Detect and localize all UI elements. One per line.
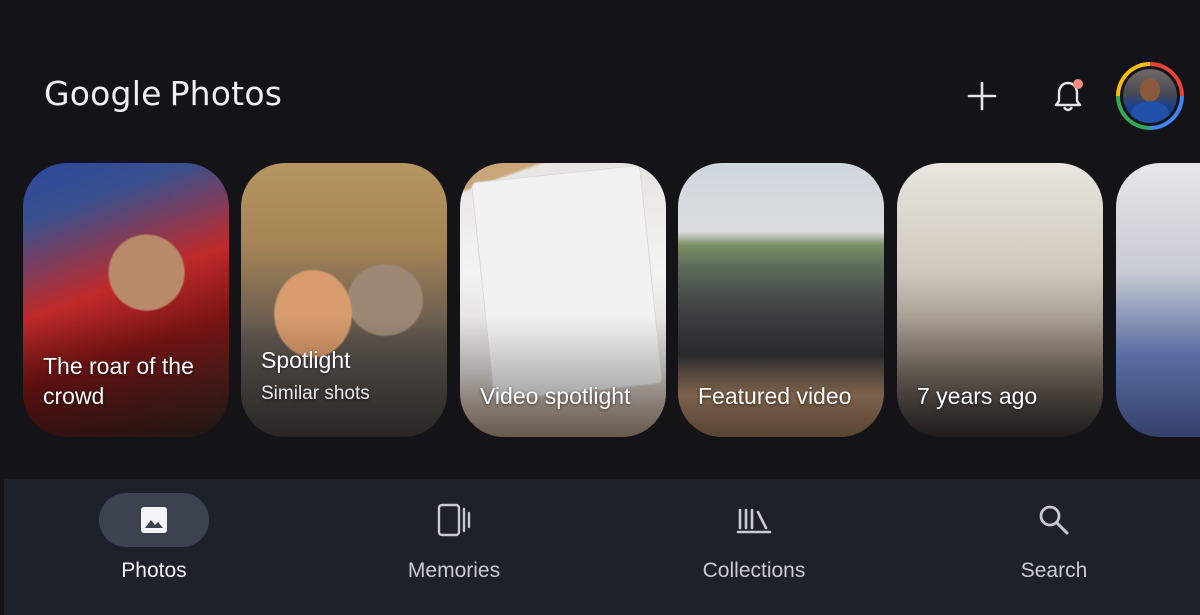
notification-dot — [1073, 79, 1083, 89]
avatar — [1123, 69, 1177, 123]
memory-card-video-spotlight[interactable]: Video spotlight — [460, 163, 666, 437]
add-button[interactable] — [954, 68, 1010, 124]
search-icon — [1039, 505, 1069, 535]
bottom-navigation: Photos Memories Collections Search — [4, 479, 1200, 615]
logo-google-text: Google — [44, 74, 162, 113]
nav-item-memories[interactable]: Memories — [304, 479, 604, 615]
memory-card-spotlight[interactable]: Spotlight Similar shots — [241, 163, 447, 437]
memories-icon — [437, 503, 471, 537]
app-logo: Google Photos — [44, 74, 282, 113]
memory-card-featured-video[interactable]: Featured video — [678, 163, 884, 437]
memory-card-roar-of-crowd[interactable]: The roar of the crowd — [23, 163, 229, 437]
nav-label: Photos — [121, 559, 187, 582]
account-avatar-button[interactable] — [1116, 62, 1184, 130]
memories-carousel[interactable]: The roar of the crowd Spotlight Similar … — [0, 163, 1200, 439]
memory-title: Spotlight — [261, 347, 351, 373]
nav-item-search[interactable]: Search — [904, 479, 1200, 615]
nav-label: Search — [1020, 559, 1088, 582]
memory-subtitle: Similar shots — [261, 383, 370, 404]
memory-title: Video spotlight — [480, 383, 631, 409]
plus-icon — [967, 81, 997, 111]
nav-item-photos[interactable]: Photos — [4, 479, 304, 615]
nav-label: Memories — [407, 559, 501, 582]
active-indicator — [99, 493, 209, 547]
memory-title: Featured video — [698, 383, 852, 409]
logo-photos-text: Photos — [169, 74, 283, 113]
memory-card-7-years-ago[interactable]: 7 years ago — [897, 163, 1103, 437]
nav-item-collections[interactable]: Collections — [604, 479, 904, 615]
memory-title: 7 years ago — [917, 383, 1038, 409]
library-icon — [736, 508, 772, 534]
notifications-button[interactable] — [1040, 68, 1096, 124]
top-app-bar: Google Photos — [0, 0, 1200, 150]
bell-icon — [1054, 79, 1083, 112]
memory-card-partial[interactable] — [1116, 163, 1200, 437]
image-icon — [141, 507, 167, 533]
nav-label: Collections — [702, 559, 806, 582]
memory-title: The roar of the crowd — [43, 353, 194, 409]
